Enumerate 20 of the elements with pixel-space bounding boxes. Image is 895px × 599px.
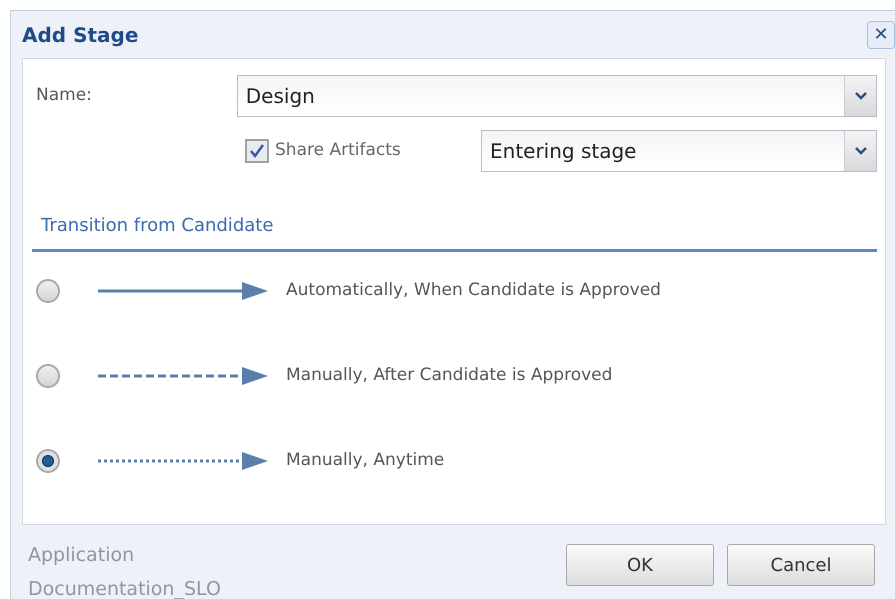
- radio-button[interactable]: [36, 449, 60, 473]
- radio-button[interactable]: [36, 364, 60, 388]
- checkmark-icon: [249, 143, 265, 159]
- checkbox[interactable]: [245, 139, 269, 163]
- dialog-button[interactable]: Cancel: [727, 544, 875, 586]
- dropdown-field[interactable]: Design: [236, 75, 877, 117]
- section-heading: Transition from Candidate: [41, 214, 274, 238]
- option-label: Manually, After Candidate is Approved: [286, 364, 612, 388]
- checkbox-label: Share Artifacts: [275, 139, 402, 162]
- dialog-title: Add Stage: [22, 22, 138, 48]
- dialog-button[interactable]: OK: [566, 544, 714, 586]
- radio-button[interactable]: [36, 279, 60, 303]
- option-label: Manually, Anytime: [286, 449, 444, 472]
- close-button[interactable]: ✕: [867, 20, 895, 48]
- background-text: Application: [28, 543, 136, 567]
- option-label: Automatically, When Candidate is Approved: [286, 279, 661, 302]
- chevron-down-icon: [854, 92, 866, 100]
- dropdown-field[interactable]: Entering stage: [481, 130, 877, 172]
- chevron-down-icon: [854, 147, 866, 155]
- field-label: Name:: [36, 84, 93, 108]
